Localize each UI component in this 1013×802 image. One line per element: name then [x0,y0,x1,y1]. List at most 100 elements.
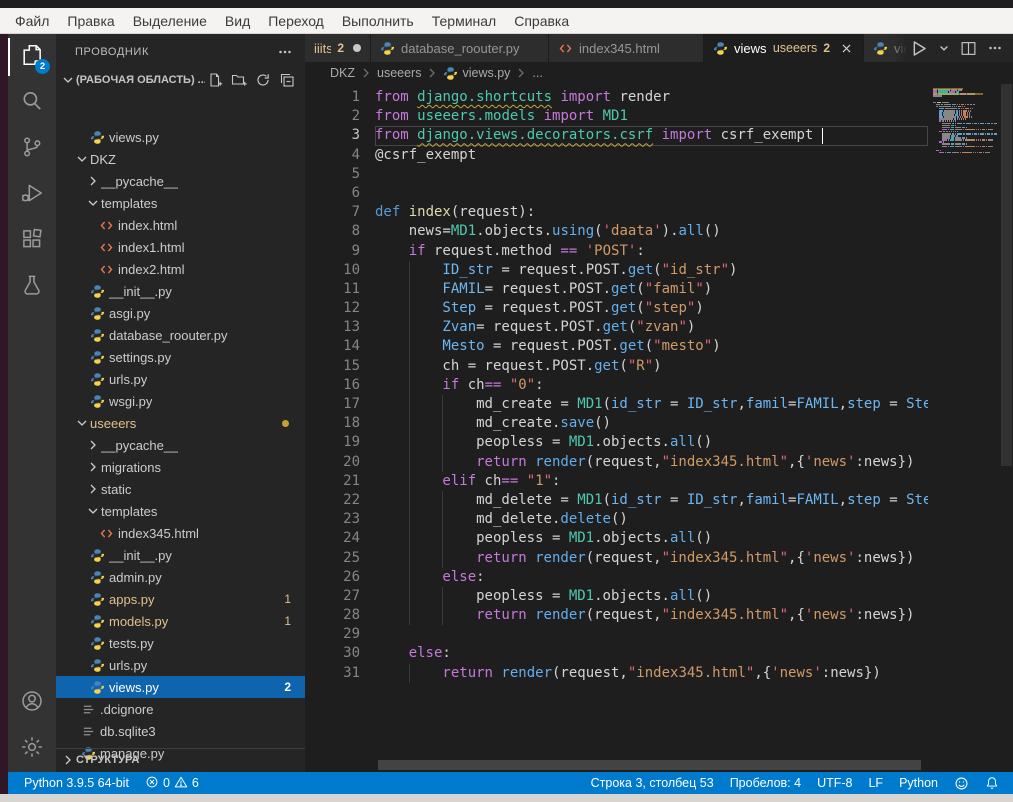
code-line-6[interactable] [375,184,928,203]
code-line-24[interactable]: peopless = MD1.objects.all() [375,529,928,548]
menu-item-2[interactable]: Правка [58,10,123,32]
status-python-interpreter[interactable]: Python 3.9.5 64-bit [16,776,137,790]
line-number[interactable]: 19 [305,433,360,452]
code-line-4[interactable]: @csrf_exempt [375,146,928,165]
tree-file-__init__.py[interactable]: __init__.py [56,280,305,302]
tree-file-__init__.py[interactable]: __init__.py [56,544,305,566]
breadcrumb-item-...[interactable]: ... [532,66,542,80]
line-number[interactable]: 21 [305,472,360,491]
line-number[interactable]: 14 [305,337,360,356]
code-line-27[interactable]: peopless = MD1.objects.all() [375,587,928,606]
code-line-28[interactable]: return render(request,"index345.html",{'… [375,606,928,625]
line-number[interactable]: 4 [305,146,360,165]
horizontal-scrollbar-thumb[interactable] [378,760,921,770]
code-line-8[interactable]: news=MD1.objects.using('daata').all() [375,222,928,241]
status-problems[interactable]: 06 [137,775,207,792]
workspace-section-header[interactable]: (РАБОЧАЯ ОБЛАСТЬ) ... [56,69,305,91]
tree-file-wsgi.py[interactable]: wsgi.py [56,390,305,412]
menu-item-5[interactable]: Переход [259,10,333,32]
line-number[interactable]: 9 [305,242,360,261]
code-line-17[interactable]: md_create = MD1(id_str = ID_str,famil=FA… [375,395,928,414]
tree-folder-__pycache__[interactable]: __pycache__ [56,434,305,456]
line-number[interactable]: 2 [305,107,360,126]
code-line-30[interactable]: else: [375,644,928,663]
code-line-2[interactable]: from useeers.models import MD1 [375,107,928,126]
new-file-icon[interactable] [205,70,225,90]
tree-file-views.py[interactable]: views.py [56,126,305,148]
activity-explorer[interactable]: 2 [8,34,56,80]
line-number[interactable]: 27 [305,587,360,606]
tab-database_roouter.py[interactable]: database_roouter.py [371,34,549,62]
line-number[interactable]: 3 [305,126,360,145]
code-line-22[interactable]: md_delete = MD1(id_str = ID_str,famil=FA… [375,491,928,510]
split-editor-button[interactable] [960,40,977,57]
status-eol[interactable]: LF [860,776,891,790]
line-number[interactable]: 8 [305,222,360,241]
code-line-26[interactable]: else: [375,568,928,587]
status-encoding[interactable]: UTF-8 [809,776,860,790]
line-number[interactable]: 12 [305,299,360,318]
vertical-scrollbar-thumb[interactable] [1001,84,1012,466]
code-line-19[interactable]: peopless = MD1.objects.all() [375,433,928,452]
code-line-3[interactable]: from django.views.decorators.csrf import… [375,126,928,145]
line-number[interactable]: 20 [305,453,360,472]
code-line-1[interactable]: from django.shortcuts import render [375,88,928,107]
tree-file-database_roouter.py[interactable]: database_roouter.py [56,324,305,346]
refresh-icon[interactable] [253,70,273,90]
line-number[interactable]: 15 [305,357,360,376]
line-number[interactable]: 6 [305,184,360,203]
code-line-10[interactable]: ID_str = request.POST.get("id_str") [375,261,928,280]
line-number[interactable]: 18 [305,414,360,433]
status-cursor-position[interactable]: Строка 3, столбец 53 [583,776,722,790]
line-number-gutter[interactable]: 1234567891011121314151617181920212223242… [305,84,360,683]
outline-section-header[interactable]: СТРУКТУРА [56,748,305,770]
activity-testing[interactable] [8,264,56,310]
tree-folder-static[interactable]: static [56,478,305,500]
run-python-file-button[interactable] [909,39,928,58]
menu-item-4[interactable]: Вид [216,10,259,32]
notifications-bell-icon[interactable] [977,776,1007,790]
activity-manage[interactable] [8,726,56,772]
activity-extensions[interactable] [8,218,56,264]
code-lines[interactable]: from django.shortcuts import renderfrom … [375,84,928,683]
breadcrumb-item-DKZ[interactable]: DKZ [330,66,355,80]
menu-item-8[interactable]: Справка [505,10,578,32]
close-icon[interactable] [839,41,854,56]
feedback-smiley-icon[interactable] [946,776,977,791]
tree-file-models.py[interactable]: models.py1 [56,610,305,632]
activity-source-control[interactable] [8,126,56,172]
run-dropdown-icon[interactable] [938,42,950,54]
line-number[interactable]: 1 [305,88,360,107]
tree-file-tests.py[interactable]: tests.py [56,632,305,654]
line-number[interactable]: 13 [305,318,360,337]
code-line-25[interactable]: return render(request,"index345.html",{'… [375,549,928,568]
line-number[interactable]: 16 [305,376,360,395]
line-number[interactable]: 29 [305,625,360,644]
tree-file-apps.py[interactable]: apps.py1 [56,588,305,610]
line-number[interactable]: 28 [305,606,360,625]
minimap[interactable] [928,84,1000,772]
code-line-21[interactable]: elif ch== "1": [375,472,928,491]
code-line-18[interactable]: md_create.save() [375,414,928,433]
tree-file-index1.html[interactable]: index1.html [56,236,305,258]
code-line-11[interactable]: FAMIL= request.POST.get("famil") [375,280,928,299]
code-editor[interactable]: 1234567891011121314151617181920212223242… [305,84,1013,772]
code-line-9[interactable]: if request.method == 'POST': [375,242,928,261]
status-language[interactable]: Python [891,776,946,790]
code-line-16[interactable]: if ch== "0": [375,376,928,395]
code-line-31[interactable]: return render(request,"index345.html",{'… [375,664,928,683]
line-number[interactable]: 22 [305,491,360,510]
breadcrumb-item-views.py[interactable]: views.py [443,66,510,81]
tree-file-asgi.py[interactable]: asgi.py [56,302,305,324]
code-line-20[interactable]: return render(request,"index345.html",{'… [375,453,928,472]
breadcrumb-item-useeers[interactable]: useeers [377,66,421,80]
tree-file-index.html[interactable]: index.html [56,214,305,236]
code-line-5[interactable] [375,165,928,184]
line-number[interactable]: 5 [305,165,360,184]
line-number[interactable]: 31 [305,664,360,683]
tree-folder-__pycache__[interactable]: __pycache__ [56,170,305,192]
tree-file-urls.py[interactable]: urls.py [56,368,305,390]
line-number[interactable]: 24 [305,529,360,548]
code-line-7[interactable]: def index(request): [375,203,928,222]
code-line-14[interactable]: Mesto = request.POST.get("mesto") [375,337,928,356]
